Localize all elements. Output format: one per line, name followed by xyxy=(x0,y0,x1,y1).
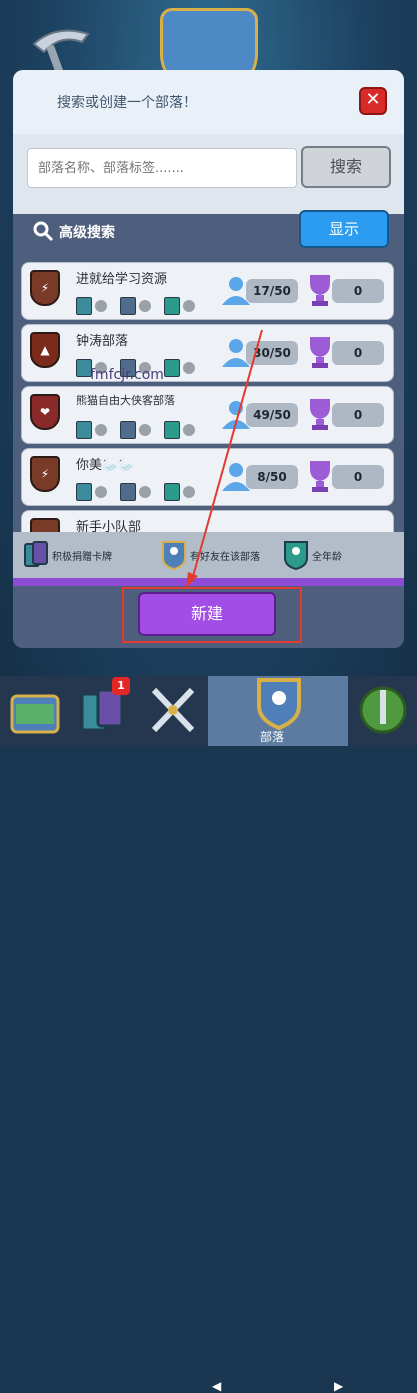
nav-left-arrow-icon[interactable]: ◀ xyxy=(212,1379,221,1393)
nav-right-arrow-icon[interactable]: ▶ xyxy=(334,1379,343,1393)
nav-active-label: 部落 xyxy=(260,730,285,744)
annotation-highlight-box xyxy=(122,587,302,643)
nav-shop-chest-icon[interactable] xyxy=(6,680,64,742)
notification-badge: 1 xyxy=(112,677,130,695)
nav-tournament-sword-icon[interactable] xyxy=(354,680,412,742)
nav-battle-swords-icon[interactable] xyxy=(144,680,202,742)
bottom-navbar: ◀ 部落 ▶ xyxy=(0,676,417,1393)
